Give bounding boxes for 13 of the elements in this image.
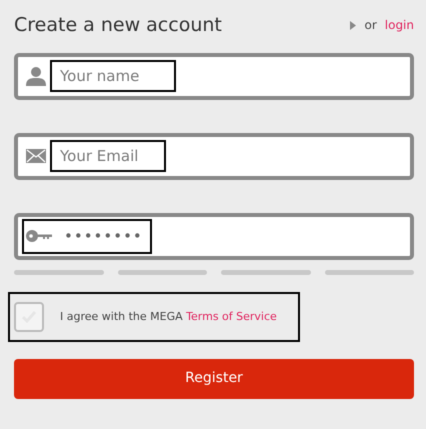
user-icon [26,66,46,86]
email-field[interactable]: Your Email [50,140,166,172]
login-prompt: or [364,17,377,34]
page-title: Create a new account [14,14,222,37]
terms-link[interactable]: Terms of Service [186,310,277,323]
terms-text: I agree with the MEGA Terms of Service [60,308,277,325]
envelope-icon [26,149,46,164]
arrow-icon [350,20,356,30]
key-icon [26,230,52,242]
agree-checkbox[interactable] [14,302,44,332]
name-field[interactable]: Your name [50,60,176,92]
register-button[interactable]: Register [14,358,414,399]
login-link[interactable]: login [384,16,414,34]
